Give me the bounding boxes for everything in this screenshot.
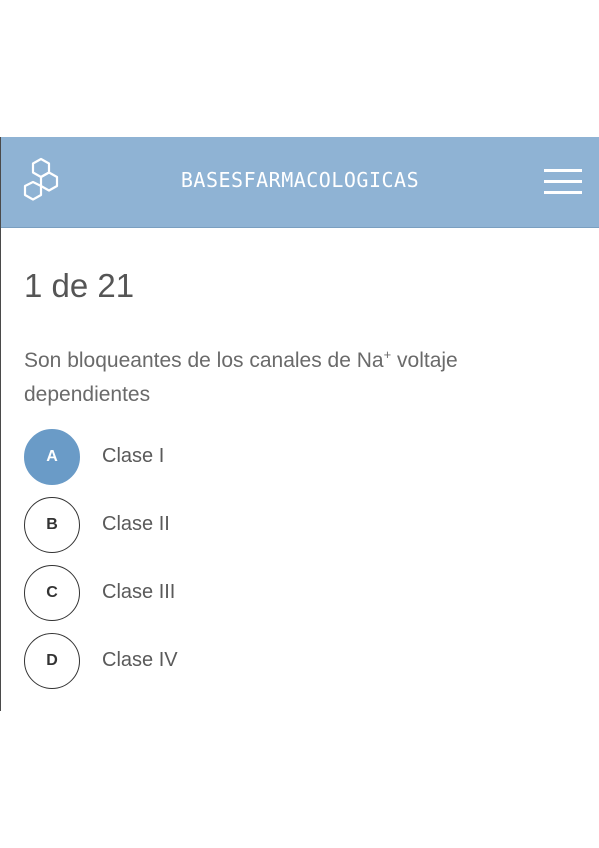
- app-title: BASESFARMACOLOGICAS: [180, 168, 420, 192]
- option-label: Clase III: [102, 581, 176, 603]
- answer-option-c[interactable]: C Clase III: [24, 565, 424, 621]
- question-counter: 1 de 21: [24, 267, 135, 304]
- option-letter-badge: C: [24, 565, 80, 621]
- answer-option-b[interactable]: B Clase II: [24, 497, 424, 553]
- option-label: Clase II: [102, 513, 170, 535]
- question-text-pre: Son bloqueantes de los canales de Na: [24, 349, 384, 372]
- app-frame: BASESFARMACOLOGICAS 1 de 21 Son bloquean…: [0, 137, 599, 711]
- option-letter-badge: B: [24, 497, 80, 553]
- option-letter-badge: A: [24, 429, 80, 485]
- question-text: Son bloqueantes de los canales de Na+ vo…: [24, 344, 544, 412]
- option-letter-badge: D: [24, 633, 80, 689]
- hamburger-menu-icon[interactable]: [544, 167, 582, 195]
- option-label: Clase IV: [102, 649, 178, 671]
- answer-option-d[interactable]: D Clase IV: [24, 633, 424, 689]
- answer-option-a[interactable]: A Clase I: [24, 429, 424, 485]
- app-header: BASESFARMACOLOGICAS: [1, 137, 599, 228]
- option-label: Clase I: [102, 445, 165, 467]
